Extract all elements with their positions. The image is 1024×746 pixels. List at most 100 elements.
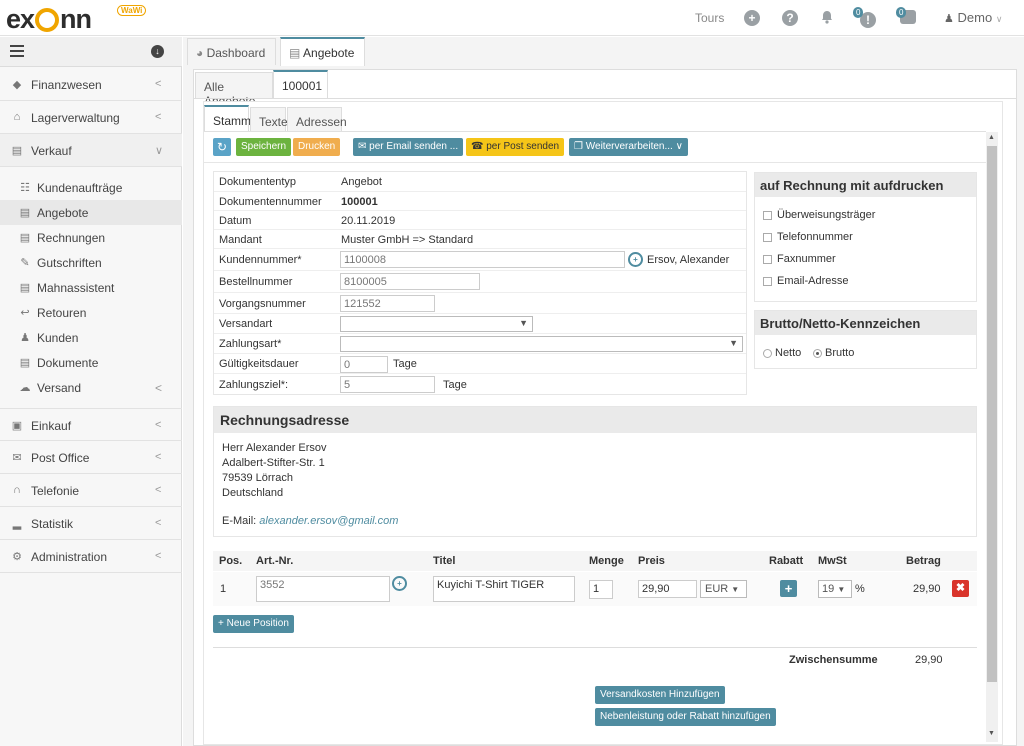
address-city: 79539 Lörrach [222,472,293,484]
sidebar-subitem-rechnungen[interactable]: ▤ Rechnungen [0,225,182,250]
scroll-up-icon[interactable]: ▲ [988,134,995,141]
tab-adressen[interactable]: Adressen [287,107,347,131]
radio-netto[interactable]: Netto [763,347,801,359]
date-value: 20.11.2019 [341,215,396,227]
user-icon: ♟ [944,13,954,25]
sidebar-item-administration[interactable]: ⚙ Administration < [0,540,182,573]
checkbox-email[interactable]: Email-Adresse [763,275,849,287]
tab-texte[interactable]: Texte [250,107,288,131]
checkbox-label: Telefonnummer [777,231,853,243]
further-processing-button[interactable]: ❐ Weiterverarbeiten... ∨ [569,138,688,156]
search-icon[interactable]: + [392,576,407,591]
vat-select[interactable]: 19 ▼ [818,580,852,598]
sidebar-subitem-mahnassistent[interactable]: ▤ Mahnassistent [0,275,182,300]
tours-link[interactable]: Tours [695,11,724,25]
scroll-down-icon[interactable]: ▼ [988,730,995,737]
arrow-down-circle-icon[interactable]: ↓ [151,45,164,58]
sidebar-subitem-angebote[interactable]: ▤ Angebote [0,200,182,225]
send-post-button[interactable]: ☎ per Post senden [466,138,565,156]
tab-label: Stamm [213,114,252,128]
payment-method-select[interactable]: ▼ [340,336,743,352]
form-row-gueltig: Gültigkeitsdauer 0 Tage [214,354,746,374]
quantity-input[interactable]: 1 [589,580,613,599]
article-number-input[interactable]: 3552 [256,576,390,602]
field-label: Mandant [219,234,262,246]
sidebar-subitem-label: Versand [37,381,82,395]
divider [193,98,1017,99]
sidebar-subitem-gutschriften[interactable]: ✎ Gutschriften [0,250,182,275]
finance-icon: ◆ [12,79,22,91]
tab-document-100001[interactable]: 100001 [273,70,328,99]
sidebar-item-einkauf[interactable]: ▣ Einkauf < [0,408,182,441]
validity-input[interactable]: 0 [340,356,388,373]
sidebar-subitem-label: Gutschriften [37,256,102,270]
email-link[interactable]: alexander.ersov@gmail.com [259,515,398,527]
user-menu[interactable]: ♟ Demo ∨ [944,10,1002,25]
logo-text-start: ex [6,4,35,34]
sidebar-item-verkauf[interactable]: ▤ Verkauf ∨ [0,134,182,167]
scrollbar-thumb[interactable] [987,146,997,682]
sidebar-subitem-dokumente[interactable]: ▤ Dokumente [0,350,182,375]
logo[interactable]: ex nn [6,4,92,35]
print-button[interactable]: Drucken [293,138,341,156]
tab-alle-angebote[interactable]: Alle Angebote [195,72,273,108]
sidebar-item-post-office[interactable]: ✉ Post Office < [0,441,182,474]
checkbox-icon [763,232,772,242]
reminder-icon: ▤ [19,282,31,294]
sidebar-item-label: Einkauf [31,419,72,433]
sidebar-item-telefonie[interactable]: ∩ Telefonie < [0,474,182,507]
send-email-button[interactable]: ✉ per Email senden ... [353,138,464,156]
tab-stamm[interactable]: Stamm [204,105,252,131]
checkbox-icon [763,254,772,264]
currency-select[interactable]: EUR ▼ [700,580,747,598]
payment-term-input[interactable]: 5 [340,376,435,393]
save-button[interactable]: Speichern [236,138,292,156]
add-discount-button[interactable]: + [780,580,797,597]
add-service-discount-button[interactable]: Nebenleistung oder Rabatt hinzufügen [595,708,776,726]
tab-angebote[interactable]: ▤ Angebote [280,37,365,66]
field-label: Versandart [219,318,273,330]
unit-label: Tage [393,358,417,370]
sidebar-subitem-retouren[interactable]: ↩ Retouren [0,300,182,325]
gears-icon: ⚙ [12,551,22,563]
bell-icon[interactable] [821,10,833,24]
shipping-icon: ☁ [19,382,31,394]
radio-label: Netto [775,347,802,359]
print-options-title: auf Rechnung mit aufdrucken [755,173,976,197]
checkbox-ueberweisung[interactable]: Überweisungsträger [763,209,875,221]
sidebar-subitem-kunden[interactable]: ♟ Kunden [0,325,182,350]
process-number-input[interactable]: 121552 [340,295,435,312]
hamburger-icon[interactable] [10,45,24,57]
sidebar-subitem-label: Kundenaufträge [37,181,123,195]
checkbox-fax[interactable]: Faxnummer [763,253,836,265]
radio-brutto[interactable]: Brutto [813,347,854,359]
chevron-left-icon: < [155,451,162,463]
logo-ring-icon [35,7,60,32]
plus-circle-icon[interactable]: + [744,10,760,26]
checkbox-telefon[interactable]: Telefonnummer [763,231,853,243]
col-betrag: Betrag [906,555,941,567]
add-shipping-costs-button[interactable]: Versandkosten Hinzufügen [595,686,725,704]
new-position-button[interactable]: + Neue Position [213,615,294,633]
customer-number-input[interactable]: 1100008 [340,251,625,268]
sidebar-item-statistik[interactable]: ▂ Statistik < [0,507,182,540]
refresh-button[interactable]: ↻ [213,138,231,156]
delete-row-button[interactable]: ✖ [952,580,969,597]
sidebar-item-lagerverwaltung[interactable]: ⌂ Lagerverwaltung < [0,101,182,134]
field-label: Vorgangsnummer [219,298,306,310]
sidebar-subitem-kundenauftraege[interactable]: ☷ Kundenaufträge [0,175,182,200]
sidebar-item-label: Administration [31,550,108,564]
title-input[interactable]: Kuyichi T-Shirt TIGER [433,576,575,602]
credit-icon: ✎ [20,257,30,269]
price-input[interactable]: 29,90 [638,580,697,598]
search-icon[interactable]: + [628,252,643,267]
help-icon[interactable]: ? [782,10,798,26]
checkbox-icon [763,276,772,286]
radio-selected-icon [813,348,822,358]
order-number-input[interactable]: 8100005 [340,273,480,290]
shipping-method-select[interactable]: ▼ [340,316,533,332]
sidebar-subitem-versand[interactable]: ☁ Versand < [0,375,182,400]
tab-dashboard[interactable]: ◕ Dashboard [187,38,276,65]
sidebar-item-finanzwesen[interactable]: ◆ Finanzwesen < [0,68,182,101]
document-icon: ▤ [19,357,31,369]
